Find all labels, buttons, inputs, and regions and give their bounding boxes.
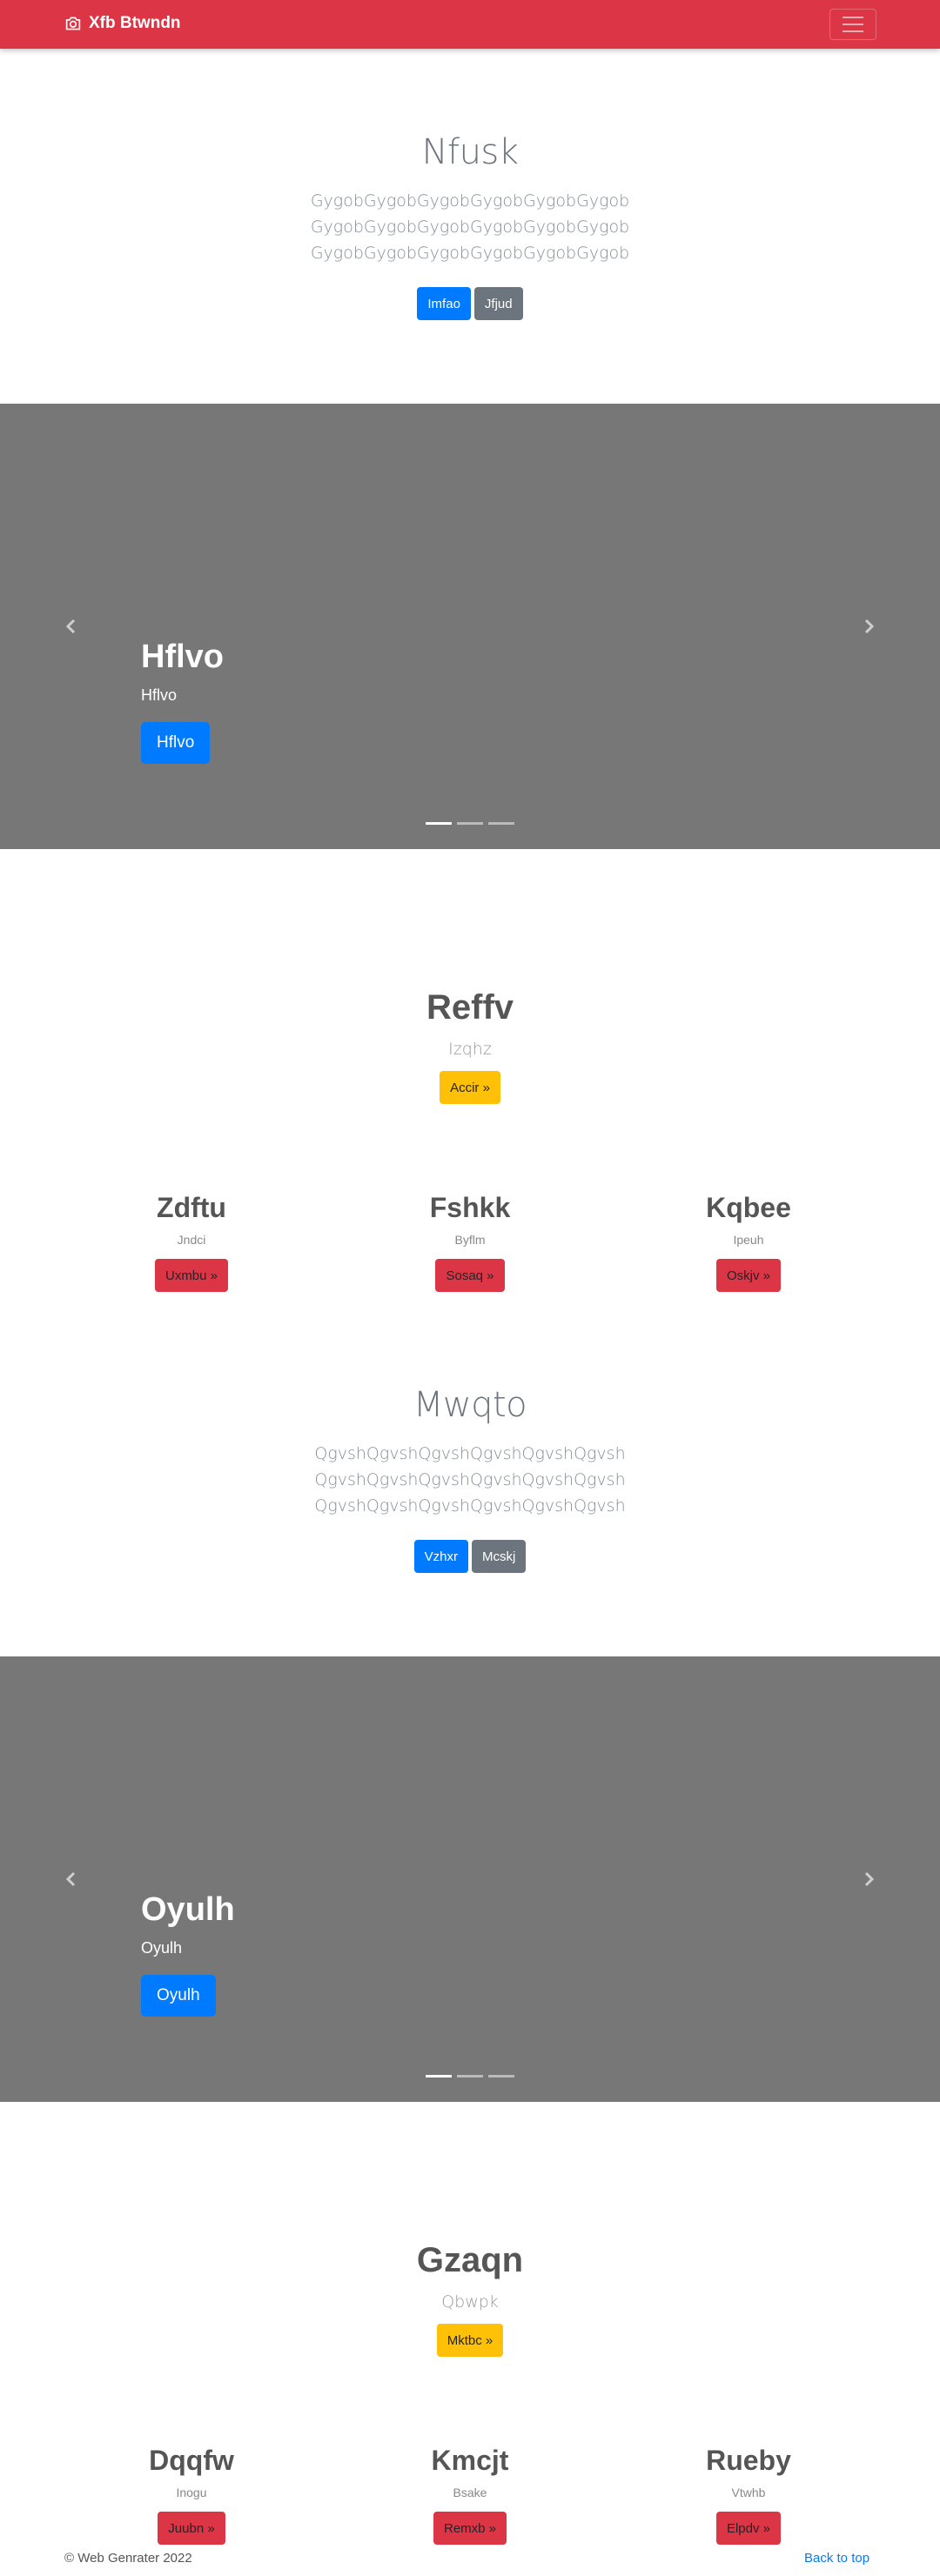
carousel-button[interactable]: Oyulh [141, 1975, 216, 2017]
column-button[interactable]: Elpdv » [715, 2512, 782, 2545]
carousel-indicator[interactable] [488, 822, 514, 825]
carousel-subtitle: Hflvo [141, 686, 178, 704]
carousel-indicator[interactable] [426, 2075, 452, 2078]
carousel-button[interactable]: Hflvo [141, 722, 211, 764]
carousel-indicators [0, 2075, 940, 2078]
brand-text[interactable]: Xfb Btwndn [89, 14, 181, 33]
column-text: Inogu [176, 2486, 207, 2499]
hamburger-icon [843, 17, 863, 18]
hero-lead-line: GygobGygobGygobGygobGygobGygob [310, 244, 630, 263]
marketing-section-2: Gzaqn Qbwpk Mktbc » [0, 2241, 940, 2357]
marketing-section-1: Reffv Izqhz Accir » [0, 988, 940, 1104]
column-button[interactable]: Remxb » [433, 2512, 507, 2545]
feature-column: Dqqfw Inogu Juubn » [61, 2445, 322, 2545]
carousel-indicator[interactable] [457, 822, 483, 825]
navbar: Xfb Btwndn [0, 0, 940, 49]
hero-title: Mwqto [413, 1385, 527, 1425]
hero-lead-line: QgvshQgvshQgvshQgvshQgvshQgvsh [314, 1470, 626, 1489]
column-text: Jndci [177, 1233, 206, 1247]
hero-primary-button[interactable]: Vzhxr [413, 1540, 468, 1573]
carousel-indicator[interactable] [457, 2075, 483, 2078]
carousel-subtitle: Oyulh [141, 1939, 183, 1957]
column-text: Byflm [454, 1233, 486, 1247]
column-text: Vtwhb [731, 2486, 766, 2499]
column-button[interactable]: Juubn » [158, 2512, 225, 2545]
column-text: Bsake [453, 2486, 487, 2499]
feature-column: Kmcjt Bsake Remxb » [339, 2445, 601, 2545]
hero-lead: GygobGygobGygobGygobGygobGygob GygobGygo… [0, 188, 940, 266]
column-button[interactable]: Uxmbu » [154, 1259, 229, 1292]
marketing-button[interactable]: Mktbc » [436, 2324, 504, 2357]
carousel-1: Hflvo Hflvo Hflvo [0, 404, 940, 849]
copyright-text: © Web Genrater 2022 [64, 2551, 192, 2566]
hero-primary-button[interactable]: Imfao [417, 287, 471, 320]
hero-lead-line: QgvshQgvshQgvshQgvshQgvshQgvsh [314, 1496, 626, 1515]
column-button[interactable]: Sosaq » [435, 1259, 505, 1292]
column-title: Zdftu [157, 1192, 226, 1223]
feature-column: Kqbee Ipeuh Oskjv » [618, 1192, 879, 1292]
marketing-button[interactable]: Accir » [440, 1071, 500, 1104]
marketing-title: Reffv [426, 988, 514, 1027]
feature-column: Rueby Vtwhb Elpdv » [618, 2445, 879, 2545]
column-title: Rueby [706, 2445, 791, 2476]
column-title: Dqqfw [149, 2445, 234, 2476]
column-title: Kqbee [706, 1192, 791, 1223]
marketing-title: Gzaqn [416, 2241, 524, 2279]
hero-buttons: Vzhxr Mcskj [0, 1540, 940, 1573]
camera-icon [65, 17, 81, 30]
carousel-next-icon[interactable] [858, 616, 879, 637]
brand-link[interactable]: Xfb Btwndn [64, 14, 181, 33]
carousel-2: Oyulh Oyulh Oyulh [0, 1656, 940, 2102]
column-title: Fshkk [429, 1192, 511, 1223]
carousel-caption: Hflvo Hflvo Hflvo [141, 639, 224, 764]
navbar-toggler-button[interactable] [829, 9, 876, 40]
footer: © Web Genrater 2022 Back to top [0, 2547, 940, 2576]
column-button[interactable]: Oskjv » [715, 1259, 781, 1292]
hero-secondary-button[interactable]: Mcskj [472, 1540, 527, 1573]
carousel-title: Oyulh [141, 1891, 235, 1928]
feature-column: Zdftu Jndci Uxmbu » [61, 1192, 322, 1292]
carousel-indicator[interactable] [488, 2075, 514, 2078]
carousel-prev-icon[interactable] [61, 1869, 82, 1890]
hero-lead: QgvshQgvshQgvshQgvshQgvshQgvsh QgvshQgvs… [0, 1441, 940, 1519]
carousel-indicators [0, 822, 940, 825]
carousel-indicator[interactable] [426, 822, 452, 825]
hero-section-2: Mwqto QgvshQgvshQgvshQgvshQgvshQgvsh Qgv… [0, 1385, 940, 1573]
hero-title: Nfusk [421, 132, 519, 172]
column-text: Ipeuh [733, 1233, 764, 1247]
column-title: Kmcjt [431, 2445, 509, 2476]
feature-column: Fshkk Byflm Sosaq » [339, 1192, 601, 1292]
back-to-top-link[interactable]: Back to top [804, 2551, 870, 2566]
carousel-next-icon[interactable] [858, 1869, 879, 1890]
carousel-title: Hflvo [141, 639, 224, 675]
marketing-subtitle: Qbwpk [441, 2292, 499, 2312]
hero-lead-line: GygobGygobGygobGygobGygobGygob [310, 217, 630, 237]
hero-section-1: Nfusk GygobGygobGygobGygobGygobGygob Gyg… [0, 132, 940, 320]
carousel-prev-icon[interactable] [61, 616, 82, 637]
hero-secondary-button[interactable]: Jfjud [473, 287, 523, 320]
carousel-caption: Oyulh Oyulh Oyulh [141, 1891, 235, 2017]
hero-lead-line: QgvshQgvshQgvshQgvshQgvshQgvsh [314, 1444, 626, 1463]
hero-buttons: Imfao Jfjud [0, 287, 940, 320]
hero-lead-line: GygobGygobGygobGygobGygobGygob [310, 191, 630, 211]
marketing-subtitle: Izqhz [448, 1040, 492, 1059]
